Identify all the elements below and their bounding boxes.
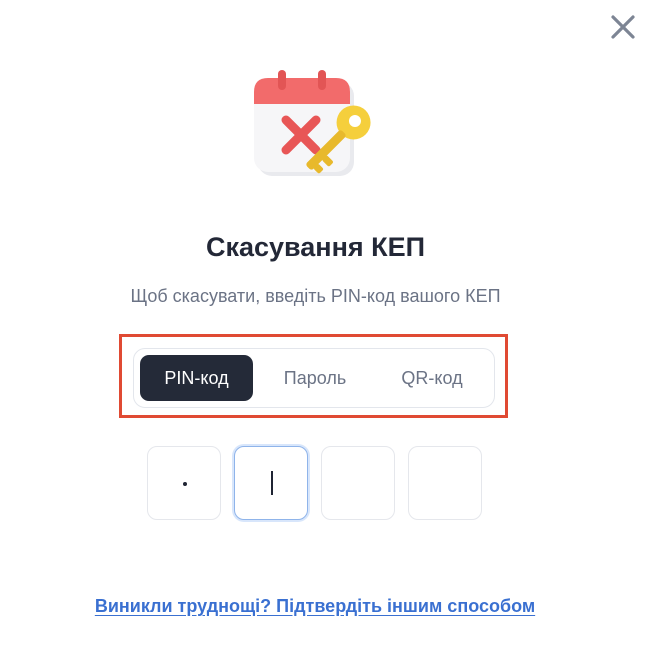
tab-qr-code[interactable]: QR-код	[377, 355, 487, 401]
text-caret	[271, 471, 273, 495]
tab-password[interactable]: Пароль	[261, 355, 369, 401]
calendar-cancel-key-icon	[254, 70, 371, 176]
dialog-subtitle: Щоб скасувати, введіть PIN-код вашого КЕ…	[130, 286, 501, 306]
dialog-title: Скасування КЕП	[205, 232, 426, 262]
pin-filled-dot	[183, 482, 187, 486]
close-icon[interactable]	[606, 10, 640, 44]
pin-digit-4[interactable]	[408, 446, 482, 520]
auth-method-switcher: PIN-код Пароль QR-код	[133, 348, 495, 408]
pin-digit-3[interactable]	[321, 446, 395, 520]
pin-digit-1[interactable]	[147, 446, 221, 520]
alt-verification-link[interactable]: Виникли труднощі? Підтвердіть іншим спос…	[0, 596, 630, 617]
tab-pin-code[interactable]: PIN-код	[140, 355, 253, 401]
pin-digit-2[interactable]	[234, 446, 308, 520]
